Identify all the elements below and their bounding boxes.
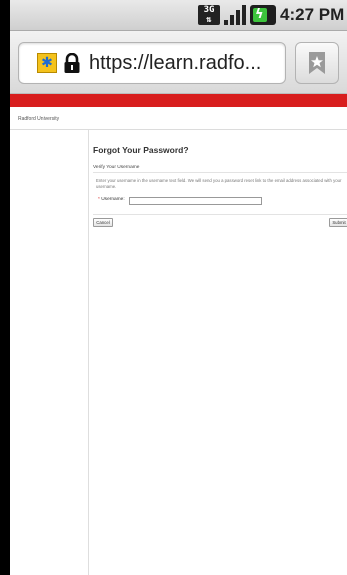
status-time: 4:27 PM (280, 5, 345, 24)
form-divider (93, 214, 347, 215)
bookmark-star-icon (309, 52, 325, 74)
submit-button[interactable]: Submit (329, 218, 347, 227)
instructions-text: Enter your username in the username text… (96, 178, 342, 189)
required-marker: * (98, 197, 100, 202)
section-heading: Verify Your Username (93, 165, 347, 173)
username-label: * Username: (98, 197, 125, 202)
url-field[interactable]: ✱ https://learn.radfo... (18, 42, 286, 84)
battery-charging-icon: ϟ (250, 5, 276, 25)
phone-screen: 3G ⇅ ϟ 4:27 PM ✱ https://learn.radfo... … (10, 0, 347, 575)
status-bar: 3G ⇅ ϟ 4:27 PM (10, 0, 347, 31)
lock-icon (64, 53, 80, 73)
device-frame: 3G ⇅ ϟ 4:27 PM ✱ https://learn.radfo... … (0, 0, 347, 575)
site-favicon-icon: ✱ (37, 53, 57, 73)
username-input[interactable] (129, 197, 262, 205)
page-title: Forgot Your Password? (93, 145, 189, 155)
main-content: Forgot Your Password? Verify Your Userna… (90, 130, 347, 575)
bookmark-button[interactable] (295, 42, 339, 84)
site-name[interactable]: Radford University (18, 116, 59, 122)
url-text: https://learn.radfo... (89, 52, 262, 74)
site-brand-bar (10, 94, 347, 107)
browser-toolbar: ✱ https://learn.radfo... (10, 31, 347, 94)
cancel-button[interactable]: Cancel (93, 218, 113, 227)
username-label-text: Username: (101, 197, 125, 202)
data-arrows-icon: ⇅ (206, 15, 212, 25)
site-header: Radford University (10, 107, 347, 130)
network-label: 3G (203, 5, 215, 15)
page-sidebar (10, 130, 89, 575)
network-3g-icon: 3G ⇅ (198, 5, 220, 25)
signal-strength-icon (224, 5, 246, 25)
